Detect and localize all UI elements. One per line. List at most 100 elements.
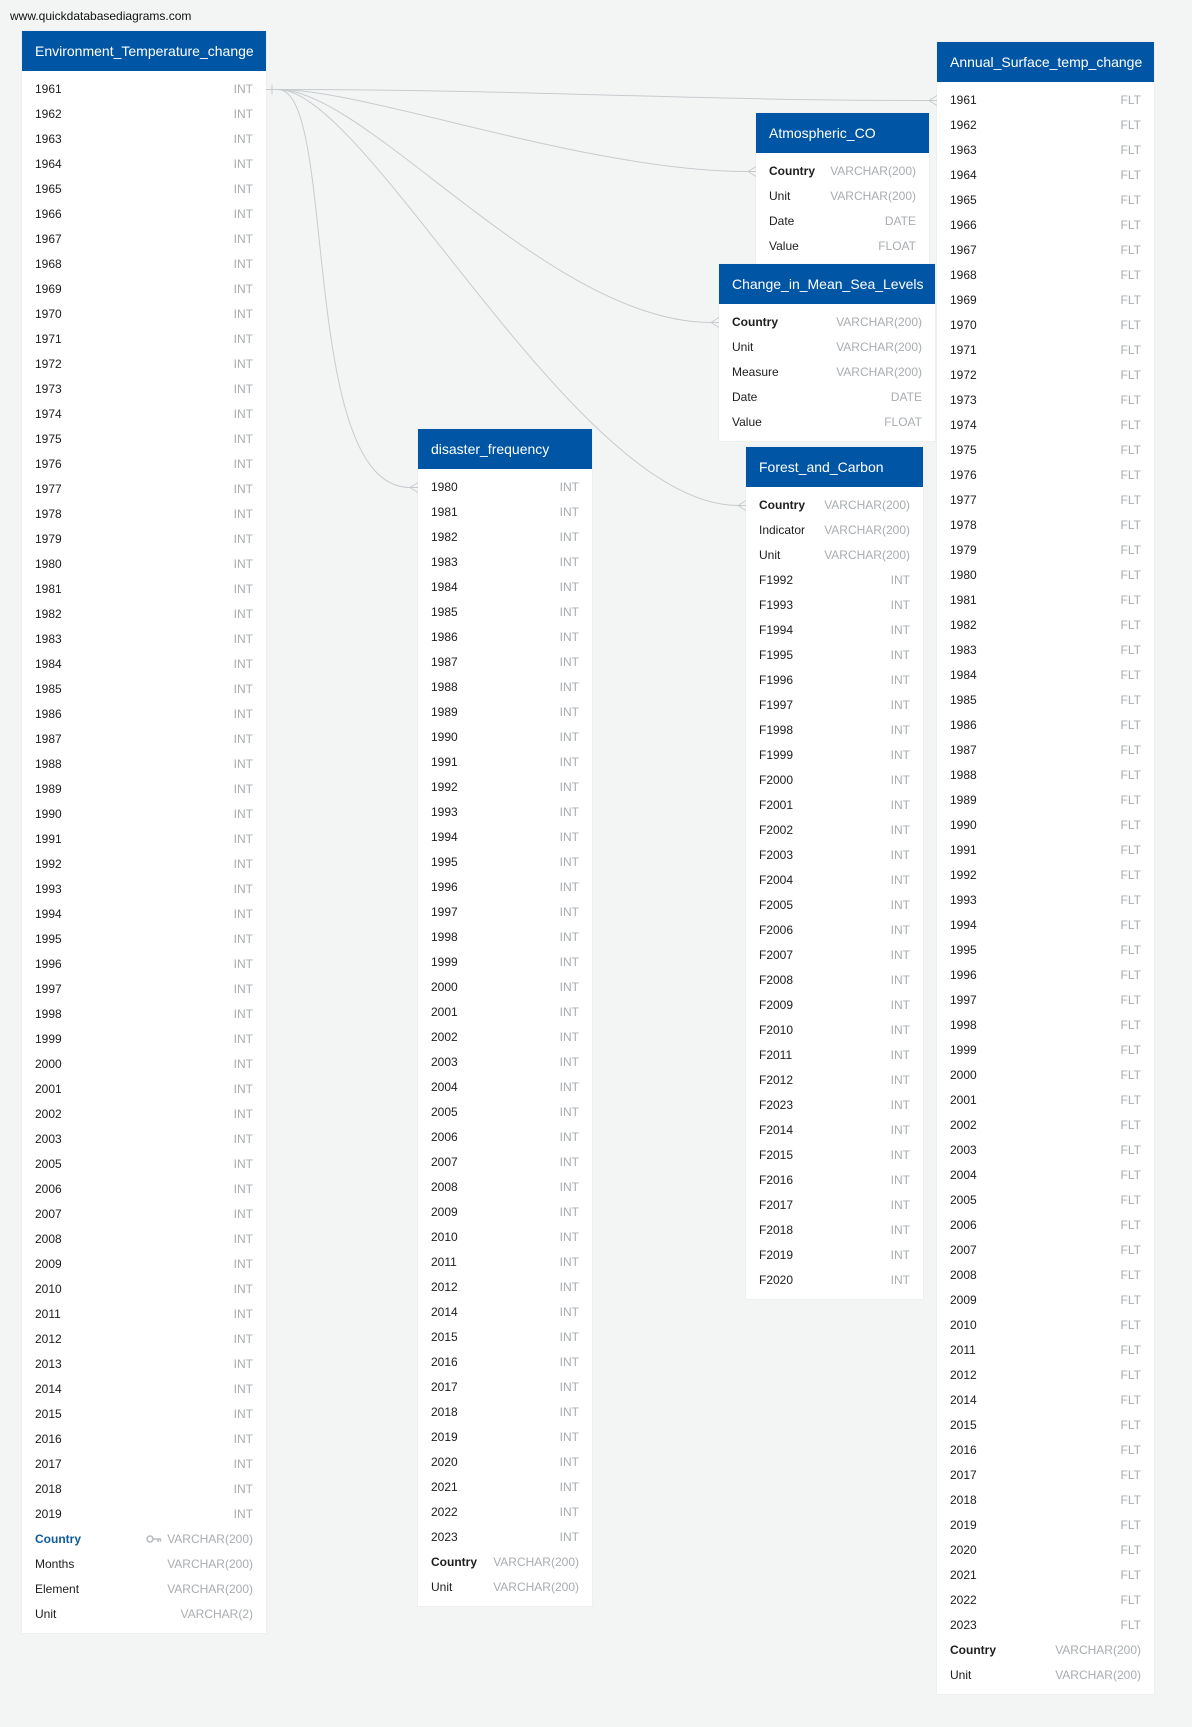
field-row[interactable]: 2012 INT xyxy=(418,1275,592,1300)
field-row[interactable]: F2003 INT xyxy=(746,843,923,868)
field-row[interactable]: F1993 INT xyxy=(746,593,923,618)
field-row[interactable]: 1997 FLT xyxy=(937,988,1154,1013)
field-row[interactable]: 1965 INT xyxy=(22,177,266,202)
field-row[interactable]: F1992 INT xyxy=(746,568,923,593)
field-row[interactable]: 2012 INT xyxy=(22,1327,266,1352)
field-row[interactable]: 1979 FLT xyxy=(937,538,1154,563)
field-row[interactable]: 1997 INT xyxy=(22,977,266,1002)
field-row[interactable]: 1988 INT xyxy=(22,752,266,777)
field-row[interactable]: Measure VARCHAR(200) xyxy=(719,360,935,385)
field-row[interactable]: F2019 INT xyxy=(746,1243,923,1268)
field-row[interactable]: 1981 INT xyxy=(418,500,592,525)
field-row[interactable]: Value FLOAT xyxy=(756,234,929,259)
field-row[interactable]: Unit VARCHAR(200) xyxy=(756,184,929,209)
field-row[interactable]: F2004 INT xyxy=(746,868,923,893)
field-row[interactable]: 2013 INT xyxy=(22,1352,266,1377)
field-row[interactable]: 1979 INT xyxy=(22,527,266,552)
field-row[interactable]: 2020 INT xyxy=(418,1450,592,1475)
field-row[interactable]: 1973 FLT xyxy=(937,388,1154,413)
field-row[interactable]: 2014 FLT xyxy=(937,1388,1154,1413)
field-row[interactable]: 2009 INT xyxy=(418,1200,592,1225)
field-row[interactable]: 1978 INT xyxy=(22,502,266,527)
field-row[interactable]: 2011 INT xyxy=(418,1250,592,1275)
field-row[interactable]: 1980 FLT xyxy=(937,563,1154,588)
field-row[interactable]: F2008 INT xyxy=(746,968,923,993)
field-row[interactable]: F1996 INT xyxy=(746,668,923,693)
field-row[interactable]: 2010 INT xyxy=(22,1277,266,1302)
field-row[interactable]: F2010 INT xyxy=(746,1018,923,1043)
field-row[interactable]: 1995 FLT xyxy=(937,938,1154,963)
field-row[interactable]: Date DATE xyxy=(719,385,935,410)
field-row[interactable]: 2003 INT xyxy=(22,1127,266,1152)
field-row[interactable]: 1966 FLT xyxy=(937,213,1154,238)
field-row[interactable]: Country VARCHAR(200) xyxy=(756,159,929,184)
field-row[interactable]: 1987 INT xyxy=(22,727,266,752)
table-forest[interactable]: Forest_and_Carbon Country VARCHAR(200) Indi… xyxy=(746,447,923,1299)
field-row[interactable]: Unit VARCHAR(200) xyxy=(719,335,935,360)
field-row[interactable]: F2023 INT xyxy=(746,1093,923,1118)
field-row[interactable]: 2010 INT xyxy=(418,1225,592,1250)
field-row[interactable]: 2003 FLT xyxy=(937,1138,1154,1163)
field-row[interactable]: 1994 FLT xyxy=(937,913,1154,938)
field-row[interactable]: 1967 INT xyxy=(22,227,266,252)
field-row[interactable]: F2020 INT xyxy=(746,1268,923,1293)
field-row[interactable]: 1984 INT xyxy=(22,652,266,677)
field-row[interactable]: 2017 INT xyxy=(418,1375,592,1400)
field-row[interactable]: F2000 INT xyxy=(746,768,923,793)
table-ann[interactable]: Annual_Surface_temp_change 1961 FLT 1962 FLT… xyxy=(937,42,1154,1694)
field-row[interactable]: 2003 INT xyxy=(418,1050,592,1075)
field-row[interactable]: 1985 FLT xyxy=(937,688,1154,713)
field-row[interactable]: 2015 INT xyxy=(418,1325,592,1350)
field-row[interactable]: 2022 FLT xyxy=(937,1588,1154,1613)
field-row[interactable]: 1967 FLT xyxy=(937,238,1154,263)
field-row[interactable]: 1982 INT xyxy=(22,602,266,627)
field-row[interactable]: 1963 FLT xyxy=(937,138,1154,163)
field-row[interactable]: 2006 FLT xyxy=(937,1213,1154,1238)
field-row[interactable]: 1971 INT xyxy=(22,327,266,352)
table-dis[interactable]: disaster_frequency 1980 INT 1981 INT 1982 INT 1… xyxy=(418,429,592,1606)
field-row[interactable]: 2002 INT xyxy=(22,1102,266,1127)
field-row[interactable]: 2018 INT xyxy=(418,1400,592,1425)
field-row[interactable]: 2007 INT xyxy=(418,1150,592,1175)
field-row[interactable]: 2014 INT xyxy=(22,1377,266,1402)
field-row[interactable]: 1990 INT xyxy=(418,725,592,750)
field-row[interactable]: 2020 FLT xyxy=(937,1538,1154,1563)
field-row[interactable]: 1978 FLT xyxy=(937,513,1154,538)
field-row[interactable]: 1982 FLT xyxy=(937,613,1154,638)
field-row[interactable]: Country VARCHAR(200) xyxy=(746,493,923,518)
field-row[interactable]: 1996 INT xyxy=(22,952,266,977)
field-row[interactable]: 1972 FLT xyxy=(937,363,1154,388)
field-row[interactable]: 2015 FLT xyxy=(937,1413,1154,1438)
field-row[interactable]: 2001 INT xyxy=(22,1077,266,1102)
field-row[interactable]: 2017 INT xyxy=(22,1452,266,1477)
field-row[interactable]: 2018 FLT xyxy=(937,1488,1154,1513)
field-row[interactable]: 1989 FLT xyxy=(937,788,1154,813)
field-row[interactable]: Element VARCHAR(200) xyxy=(22,1577,266,1602)
field-row[interactable]: F2016 INT xyxy=(746,1168,923,1193)
field-row[interactable]: 2000 FLT xyxy=(937,1063,1154,1088)
field-row[interactable]: 2014 INT xyxy=(418,1300,592,1325)
field-row[interactable]: 1973 INT xyxy=(22,377,266,402)
field-row[interactable]: 1981 FLT xyxy=(937,588,1154,613)
field-row[interactable]: 2009 INT xyxy=(22,1252,266,1277)
field-row[interactable]: 1996 FLT xyxy=(937,963,1154,988)
field-row[interactable]: 1990 FLT xyxy=(937,813,1154,838)
field-row[interactable]: 2007 FLT xyxy=(937,1238,1154,1263)
field-row[interactable]: 1996 INT xyxy=(418,875,592,900)
field-row[interactable]: F2001 INT xyxy=(746,793,923,818)
field-row[interactable]: 1961 INT xyxy=(22,77,266,102)
field-row[interactable]: F2017 INT xyxy=(746,1193,923,1218)
field-row[interactable]: 1964 INT xyxy=(22,152,266,177)
field-row[interactable]: 1999 INT xyxy=(418,950,592,975)
field-row[interactable]: F2002 INT xyxy=(746,818,923,843)
field-row[interactable]: 1988 FLT xyxy=(937,763,1154,788)
field-row[interactable]: 2008 INT xyxy=(22,1227,266,1252)
field-row[interactable]: 1969 FLT xyxy=(937,288,1154,313)
field-row[interactable]: 1988 INT xyxy=(418,675,592,700)
field-row[interactable]: 1991 INT xyxy=(418,750,592,775)
field-row[interactable]: 1991 FLT xyxy=(937,838,1154,863)
field-row[interactable]: 1974 FLT xyxy=(937,413,1154,438)
field-row[interactable]: 1961 FLT xyxy=(937,88,1154,113)
field-row[interactable]: 1992 INT xyxy=(22,852,266,877)
field-row[interactable]: 2021 INT xyxy=(418,1475,592,1500)
